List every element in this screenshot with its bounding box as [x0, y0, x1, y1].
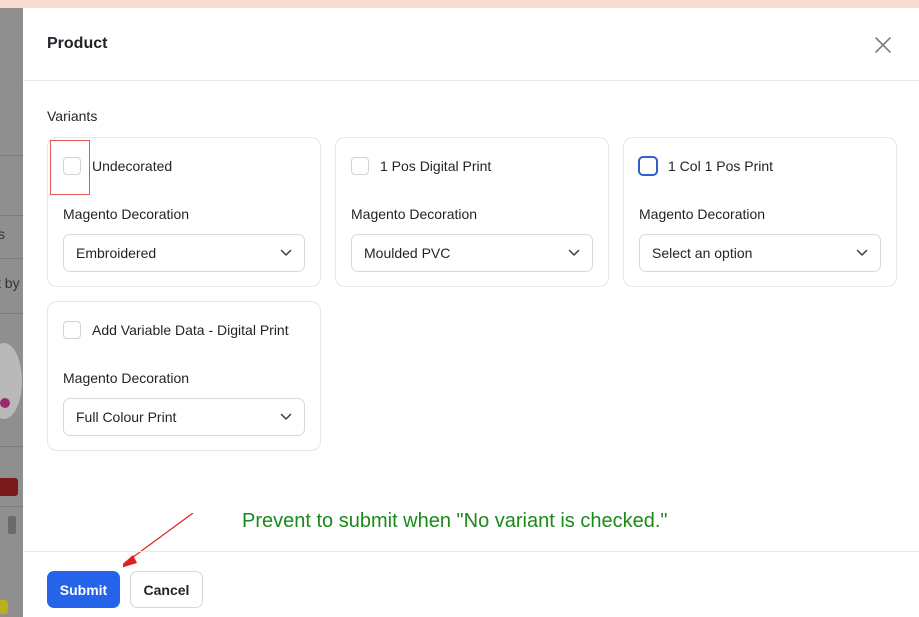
select-value: Moulded PVC — [364, 245, 451, 261]
background-divider — [0, 506, 23, 507]
background-product-image — [0, 398, 10, 408]
background-divider — [0, 446, 23, 447]
footer-divider — [23, 551, 919, 552]
background-page: s t by — [0, 8, 23, 617]
decoration-select[interactable]: Embroidered — [63, 234, 305, 272]
decoration-field-label: Magento Decoration — [63, 206, 190, 222]
select-value: Embroidered — [76, 245, 157, 261]
annotation-highlight-box — [50, 140, 90, 195]
annotation-arrow-icon — [123, 513, 194, 568]
modal-title: Product — [47, 35, 108, 52]
select-value: Select an option — [652, 245, 753, 261]
chevron-down-icon — [280, 249, 292, 256]
decoration-select[interactable]: Full Colour Print — [63, 398, 305, 436]
background-top-strip — [0, 0, 919, 8]
variant-label: 1 Col 1 Pos Print — [668, 158, 774, 174]
cancel-button[interactable]: Cancel — [130, 571, 203, 608]
decoration-select[interactable]: Moulded PVC — [351, 234, 593, 272]
select-value: Full Colour Print — [76, 409, 177, 425]
variant-card-1-col-1-pos-print: 1 Col 1 Pos Print Magento Decoration Sel… — [623, 137, 897, 287]
variant-checkbox-add-variable-data[interactable] — [63, 321, 81, 339]
background-product-image — [0, 600, 8, 614]
background-text: t by — [0, 275, 20, 291]
decoration-field-label: Magento Decoration — [63, 370, 190, 386]
background-divider — [0, 155, 23, 156]
variants-label: Variants — [47, 108, 98, 124]
close-icon — [875, 37, 891, 53]
background-divider — [0, 313, 23, 314]
decoration-field-label: Magento Decoration — [639, 206, 766, 222]
decoration-field-label: Magento Decoration — [351, 206, 478, 222]
close-button[interactable] — [873, 35, 893, 55]
background-divider — [0, 215, 23, 216]
product-modal: Product Variants Undecorated Magento Dec… — [23, 8, 919, 617]
background-product-image — [8, 516, 16, 534]
variant-checkbox-1-pos-digital-print[interactable] — [351, 157, 369, 175]
decoration-select[interactable]: Select an option — [639, 234, 881, 272]
background-divider — [0, 258, 23, 259]
background-text: s — [0, 226, 5, 242]
annotation-text: Prevent to submit when "No variant is ch… — [242, 510, 668, 532]
variant-label: 1 Pos Digital Print — [380, 158, 492, 174]
chevron-down-icon — [280, 413, 292, 420]
chevron-down-icon — [568, 249, 580, 256]
background-product-image — [0, 478, 18, 496]
chevron-down-icon — [856, 249, 868, 256]
variant-card-add-variable-data: Add Variable Data - Digital Print Magent… — [47, 301, 321, 451]
variant-card-1-pos-digital-print: 1 Pos Digital Print Magento Decoration M… — [335, 137, 609, 287]
variant-label: Undecorated — [92, 158, 173, 174]
variant-checkbox-1-col-1-pos-print[interactable] — [638, 156, 658, 176]
variant-label: Add Variable Data - Digital Print — [92, 322, 289, 338]
submit-button[interactable]: Submit — [47, 571, 120, 608]
modal-header: Product — [23, 8, 919, 81]
